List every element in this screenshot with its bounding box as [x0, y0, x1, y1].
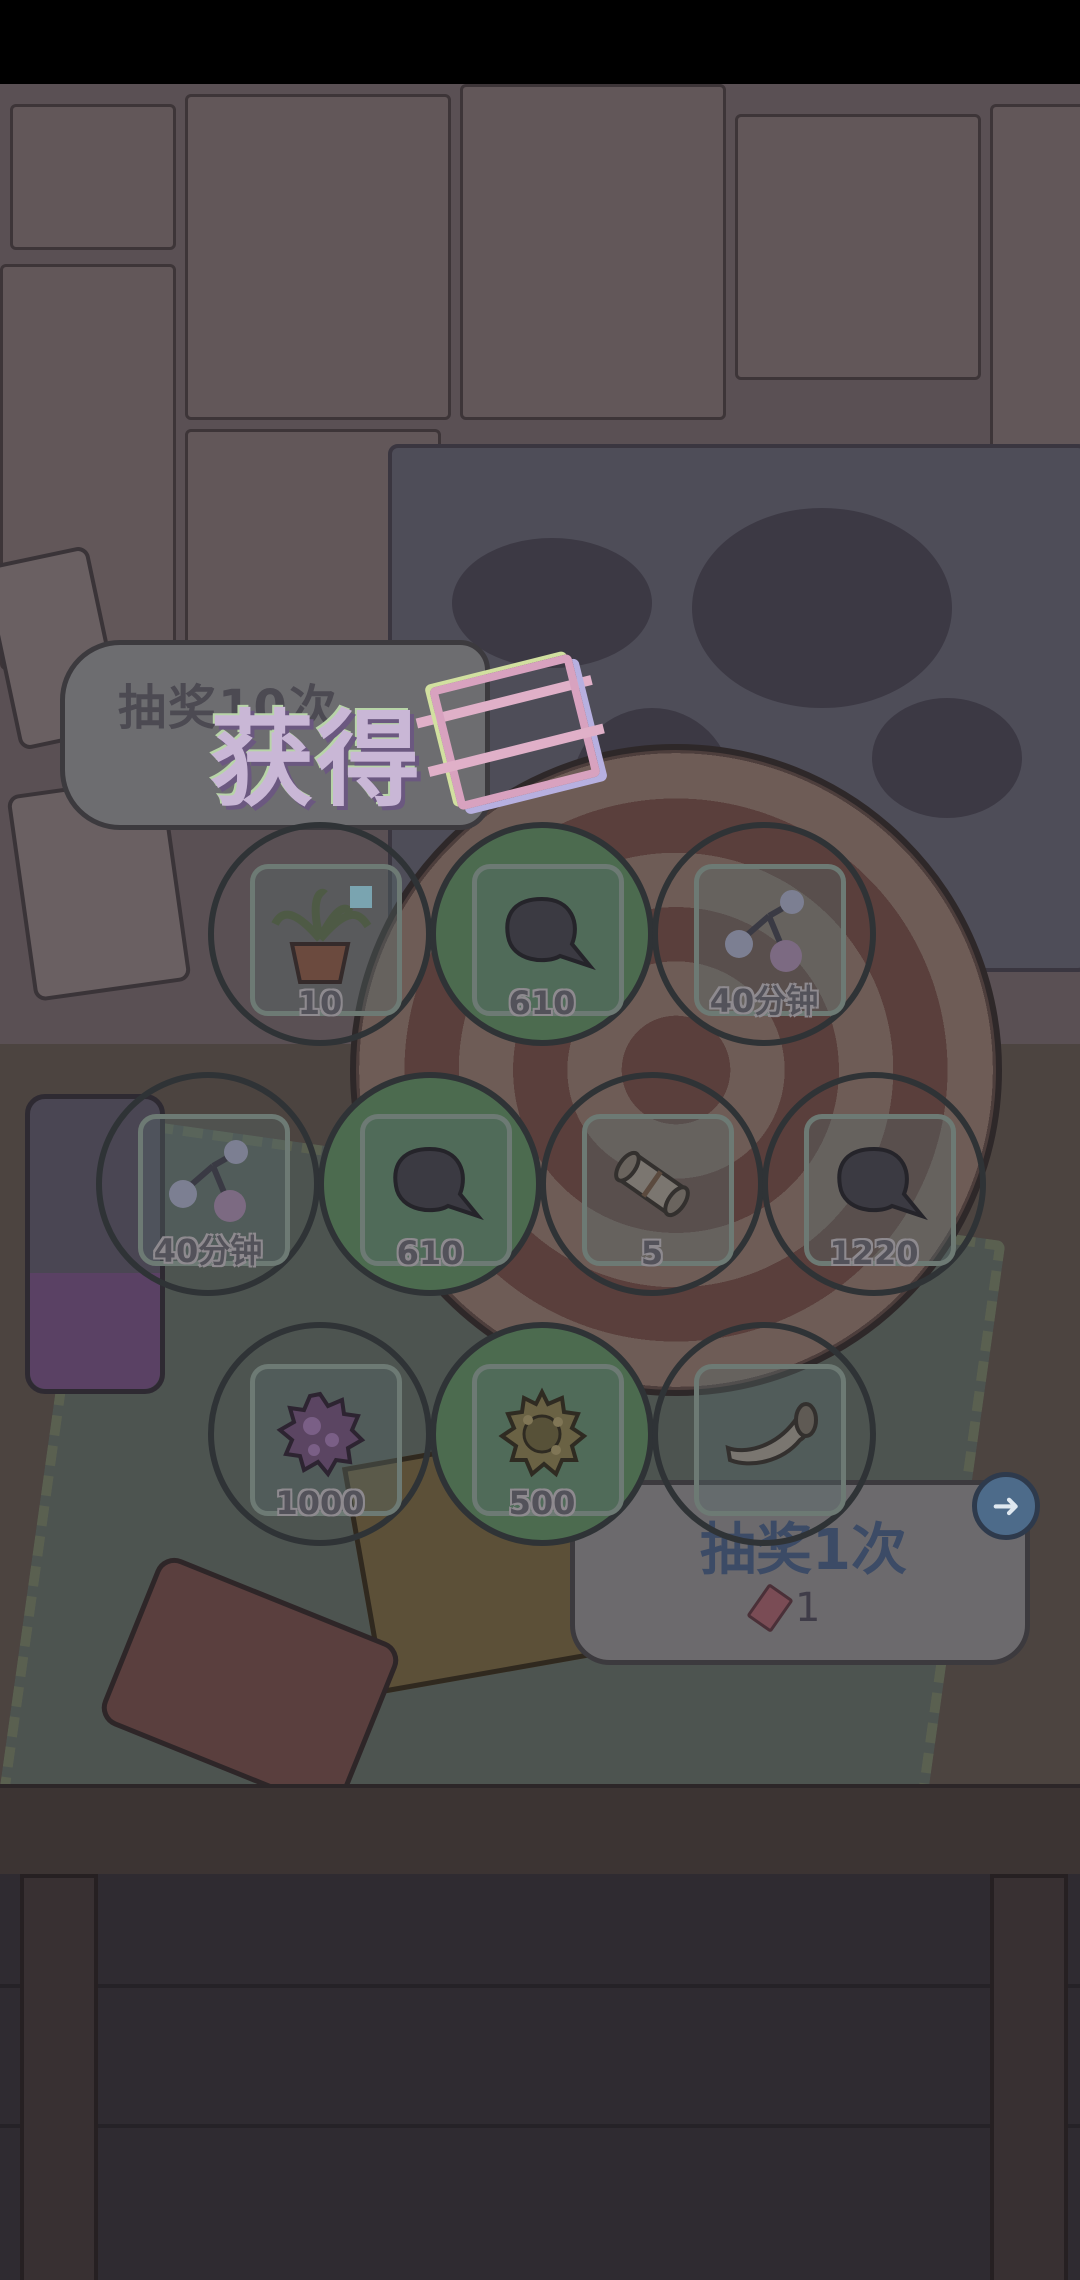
- reward-item: 610: [318, 1072, 542, 1296]
- table-leg: [20, 1874, 98, 2280]
- reward-item: 5: [540, 1072, 764, 1296]
- reward-item: 40分钟: [96, 1072, 320, 1296]
- wall-plank: [990, 104, 1080, 450]
- reward-item: [652, 1322, 876, 1546]
- reward-amount: 40分钟: [709, 982, 819, 1020]
- reward-amount: 1220: [829, 1234, 919, 1272]
- wall-plank: [10, 104, 176, 250]
- wall-plank: [460, 84, 726, 420]
- reward-amount: 5: [640, 1234, 664, 1272]
- reward-item: 1220: [762, 1072, 986, 1296]
- reward-amount: 610: [396, 1234, 464, 1272]
- reward-amount: 500: [508, 1484, 576, 1522]
- reward-amount: 40分钟: [153, 1232, 263, 1270]
- reward-item: 40分钟: [652, 822, 876, 1046]
- reward-item: 1000: [208, 1322, 432, 1546]
- draw-cost: 1: [746, 1583, 821, 1633]
- horn-icon: [658, 1328, 870, 1540]
- cost-value: 1: [795, 1585, 821, 1631]
- obtained-title: 获得: [210, 699, 423, 821]
- reward-amount: 610: [508, 984, 576, 1022]
- reward-item: 500: [430, 1322, 654, 1546]
- wall-plank: [735, 114, 981, 380]
- wall-plank: [185, 94, 451, 420]
- arrow-right-icon[interactable]: ➜: [972, 1472, 1040, 1540]
- reward-amount: 10: [297, 984, 343, 1022]
- table-leg: [990, 1874, 1068, 2280]
- floor: [0, 1874, 1080, 2280]
- reward-item: 10: [208, 822, 432, 1046]
- status-bar: [0, 0, 1080, 84]
- reward-amount: 1000: [275, 1484, 365, 1522]
- table-edge: [0, 1784, 1080, 1878]
- reward-item: 610: [430, 822, 654, 1046]
